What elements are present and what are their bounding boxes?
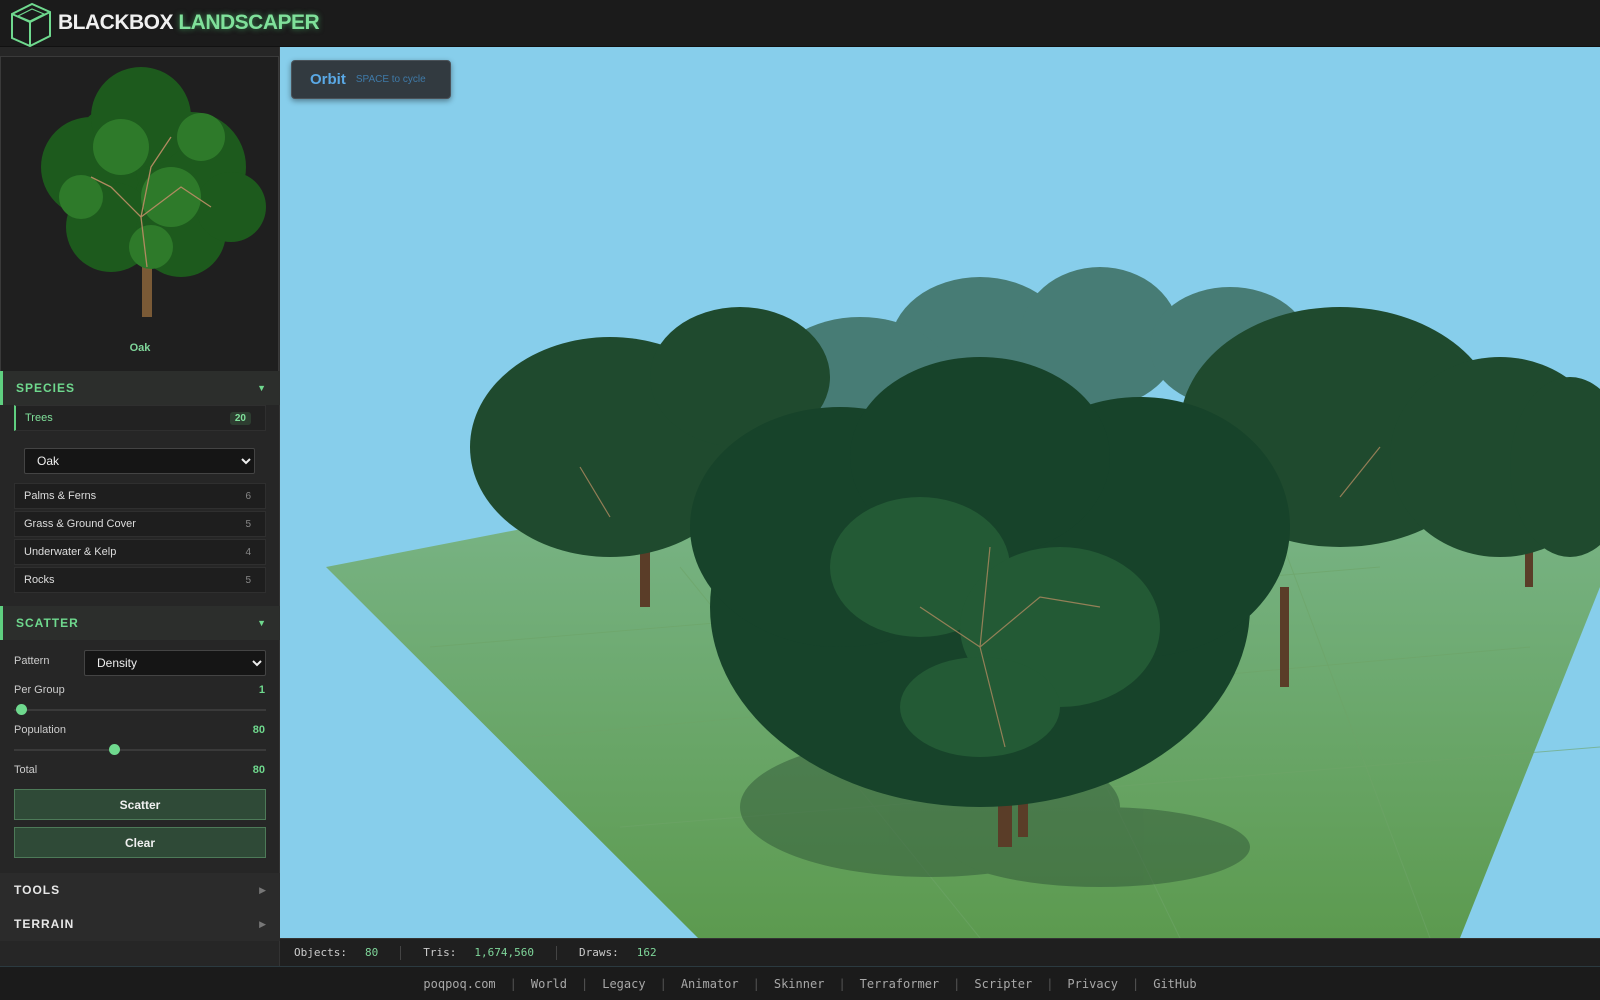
stats-bar: Objects: 80 Tris: 1,674,560 Draws: 162 (280, 938, 1600, 966)
objects-count: 80 (364, 946, 379, 959)
chevron-down-icon: ▼ (257, 383, 266, 393)
category-count: 5 (245, 518, 251, 530)
footer-link-world[interactable]: World (531, 977, 567, 991)
stats-divider (400, 945, 402, 960)
species-preview (0, 56, 279, 382)
category-palms-ferns[interactable]: Palms & Ferns 6 (14, 483, 266, 509)
category-label: Underwater & Kelp (24, 546, 117, 558)
footer-link-terraformer[interactable]: Terraformer (860, 977, 939, 991)
per-group-value: 1 (258, 684, 265, 696)
pattern-label: Pattern (14, 655, 50, 667)
tree-species-select[interactable]: Oak (24, 448, 255, 474)
footer-link-github[interactable]: GitHub (1153, 977, 1196, 991)
per-group-slider[interactable] (14, 704, 266, 715)
cube-logo-icon (11, 2, 51, 48)
tris-label: Tris: (423, 946, 457, 959)
total-label: Total (14, 764, 38, 776)
scatter-section-title: SCATTER (16, 616, 79, 630)
footer-separator: | (581, 976, 589, 991)
per-group-slider-handle[interactable] (16, 704, 27, 715)
footer-nav: poqpoq.com | World | Legacy | Animator |… (0, 966, 1600, 1000)
pattern-select[interactable]: Density (84, 650, 266, 676)
species-section-title: SPECIES (16, 381, 76, 395)
footer-link-legacy[interactable]: Legacy (602, 977, 645, 991)
footer-separator: | (509, 976, 517, 991)
category-label: Grass & Ground Cover (24, 518, 136, 530)
draws-label: Draws: (578, 946, 619, 959)
category-rocks[interactable]: Rocks 5 (14, 567, 266, 593)
population-value: 80 (252, 724, 265, 736)
category-count: 20 (229, 411, 251, 425)
tools-section-header[interactable]: TOOLS ▶ (0, 873, 280, 907)
population-label: Population (14, 724, 66, 736)
footer-separator: | (1132, 976, 1140, 991)
chevron-down-icon: ▼ (257, 618, 266, 628)
scene-render[interactable] (280, 47, 1600, 938)
scatter-button[interactable]: Scatter (14, 789, 266, 820)
category-label: Palms & Ferns (24, 490, 97, 502)
chevron-right-icon: ▶ (259, 918, 266, 929)
tools-section-title: TOOLS (14, 883, 61, 897)
camera-mode-indicator[interactable]: Orbit SPACE to cycle (291, 60, 451, 99)
total-value: 80 (252, 764, 265, 776)
camera-mode-hint: SPACE to cycle (355, 74, 426, 85)
category-label: Rocks (24, 574, 55, 586)
category-count: 5 (245, 574, 251, 586)
app-header: BLACKBOX LANDSCAPER (0, 0, 1600, 48)
footer-separator: | (752, 976, 760, 991)
terrain-section-title: TERRAIN (14, 917, 75, 931)
population-slider[interactable] (14, 744, 266, 755)
per-group-label: Per Group (14, 684, 65, 696)
terrain-section-header[interactable]: TERRAIN ▶ (0, 907, 280, 941)
scatter-section-header[interactable]: SCATTER ▼ (0, 606, 280, 640)
population-slider-handle[interactable] (109, 744, 120, 755)
footer-link-poqpoq[interactable]: poqpoq.com (423, 977, 495, 991)
footer-link-animator[interactable]: Animator (681, 977, 739, 991)
stats-divider (555, 945, 557, 960)
oak-preview-image (41, 67, 266, 317)
camera-mode: Orbit (310, 71, 346, 88)
brand-word-1: BLACKBOX (58, 11, 174, 34)
category-trees[interactable]: Trees 20 (14, 405, 266, 431)
footer-separator: | (1046, 976, 1054, 991)
category-grass-ground-cover[interactable]: Grass & Ground Cover 5 (14, 511, 266, 537)
draws-count: 162 (636, 946, 657, 959)
footer-separator: | (659, 976, 667, 991)
category-count: 4 (245, 546, 251, 558)
category-count: 6 (245, 490, 251, 502)
sidebar: Oak SPECIES ▼ Trees 20 Oak Palms & Ferns… (0, 47, 280, 966)
3d-viewport[interactable]: Orbit SPACE to cycle (280, 47, 1600, 938)
preview-species-name: Oak (129, 342, 151, 354)
objects-label: Objects: (294, 946, 347, 959)
species-section-header[interactable]: SPECIES ▼ (0, 371, 280, 405)
footer-separator: | (838, 976, 846, 991)
footer-link-privacy[interactable]: Privacy (1067, 977, 1118, 991)
footer-link-scripter[interactable]: Scripter (974, 977, 1032, 991)
chevron-right-icon: ▶ (259, 884, 266, 895)
app-title: BLACKBOX LANDSCAPER (58, 10, 320, 36)
clear-button[interactable]: Clear (14, 827, 266, 858)
brand-word-2: LANDSCAPER (178, 11, 320, 34)
footer-separator: | (953, 976, 961, 991)
tris-count: 1,674,560 (474, 946, 534, 959)
category-label: Trees (25, 412, 53, 424)
footer-link-skinner[interactable]: Skinner (774, 977, 825, 991)
category-underwater-kelp[interactable]: Underwater & Kelp 4 (14, 539, 266, 565)
